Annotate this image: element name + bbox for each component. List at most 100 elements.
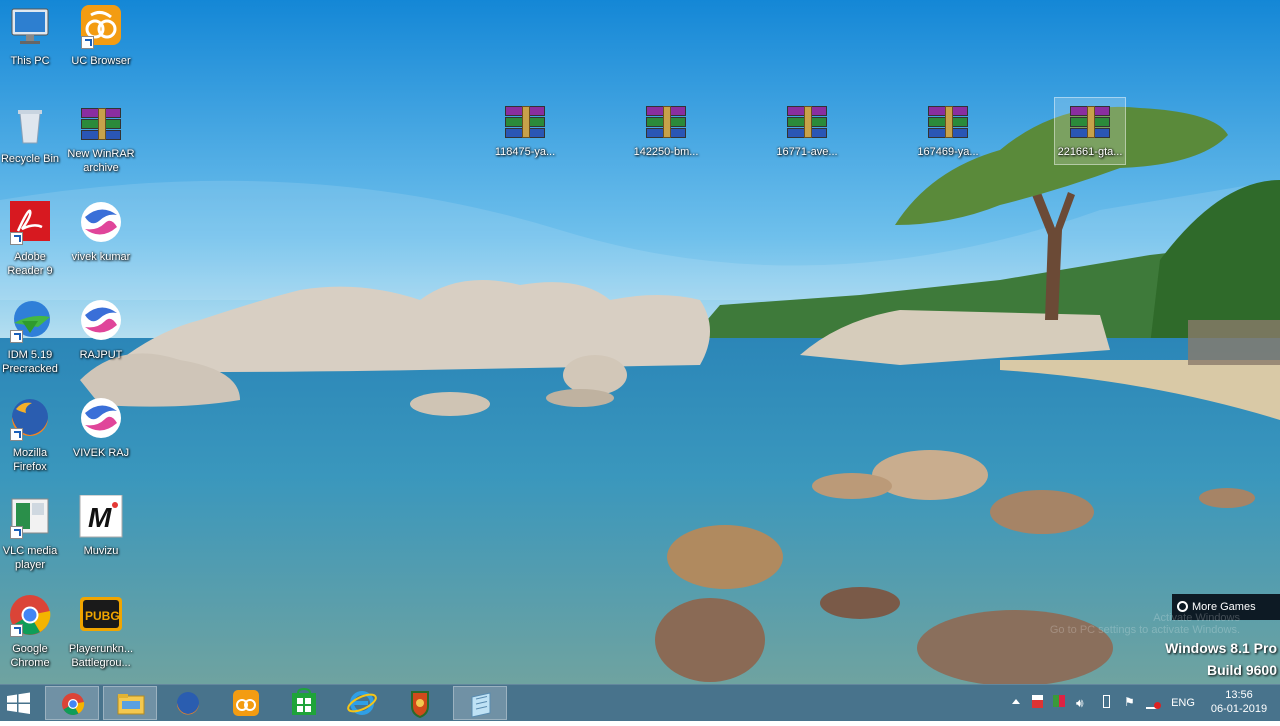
shortcut-arrow-icon bbox=[10, 428, 23, 441]
icon-label: VIVEK RAJ bbox=[72, 447, 130, 459]
winrar-icon bbox=[787, 106, 827, 140]
icon-label: 142250-bm... bbox=[633, 146, 699, 158]
activate-title: Activate Windows bbox=[1153, 612, 1240, 624]
desktop-icon-muvizu[interactable]: M Muvizu bbox=[66, 494, 136, 558]
desktop-file-archive[interactable]: 142250-bm... bbox=[631, 101, 701, 159]
desktop-icon-idm[interactable]: IDM 5.19 Precracked bbox=[0, 299, 65, 376]
network-icon[interactable] bbox=[1053, 695, 1065, 707]
browser-profile-icon bbox=[79, 397, 123, 441]
shortcut-arrow-icon bbox=[10, 232, 23, 245]
shortcut-arrow-icon bbox=[10, 624, 23, 637]
activate-subtitle: Go to PC settings to activate Windows. bbox=[1049, 624, 1240, 636]
desktop-icon-chrome[interactable]: Google Chrome bbox=[0, 593, 65, 670]
activate-windows-faint: Activate Windows Go to PC settings to ac… bbox=[1050, 612, 1240, 636]
taskbar-internet-explorer[interactable] bbox=[335, 686, 389, 720]
desktop-file-archive[interactable]: 16771-ave... bbox=[772, 101, 842, 159]
store-icon bbox=[292, 687, 316, 715]
icon-label: Playerunkn... Battlegrou... bbox=[68, 643, 134, 669]
windows-start-icon bbox=[7, 692, 30, 714]
taskbar-uc-browser[interactable] bbox=[219, 686, 273, 720]
internet-explorer-icon bbox=[347, 691, 377, 715]
svg-text:M: M bbox=[88, 502, 112, 533]
taskbar: 🔊︎ ⚑ ENG 13:56 06-01-2019 bbox=[0, 684, 1280, 721]
muvizu-icon: M bbox=[79, 494, 123, 539]
chevron-up-icon[interactable] bbox=[1012, 699, 1020, 704]
desktop-icon-pubg[interactable]: PUBG Playerunkn... Battlegrou... bbox=[66, 593, 136, 670]
desktop-icon-new-winrar-archive[interactable]: New WinRAR archive bbox=[66, 103, 136, 175]
icon-label: Google Chrome bbox=[10, 643, 50, 669]
adobe-reader-icon bbox=[8, 201, 52, 245]
desktop-file-archive[interactable]: 118475-ya... bbox=[490, 101, 560, 159]
desktop[interactable]: This PC Recycle Bin Adobe Reader 9 IDM 5… bbox=[0, 0, 1280, 684]
browser-profile-icon bbox=[79, 299, 123, 343]
icon-label: Muvizu bbox=[83, 545, 119, 557]
icon-label: New WinRAR archive bbox=[67, 148, 135, 174]
network-disconnected-icon[interactable] bbox=[1146, 695, 1161, 709]
icon-label: IDM 5.19 Precracked bbox=[2, 349, 58, 375]
notepad-icon bbox=[471, 692, 491, 718]
desktop-icon-this-pc[interactable]: This PC bbox=[0, 5, 65, 68]
chrome-icon bbox=[62, 693, 85, 715]
taskbar-app[interactable] bbox=[393, 686, 447, 720]
desktop-icon-uc-browser[interactable]: UC Browser bbox=[66, 5, 136, 68]
icon-label: Mozilla Firefox bbox=[12, 447, 48, 473]
icon-label: UC Browser bbox=[71, 55, 131, 67]
taskbar-file-explorer[interactable] bbox=[103, 686, 157, 720]
desktop-icon-recycle-bin[interactable]: Recycle Bin bbox=[0, 103, 65, 166]
os-edition: Windows 8.1 Pro bbox=[1165, 640, 1277, 656]
shortcut-arrow-icon bbox=[10, 526, 23, 539]
windows-version-watermark: Windows 8.1 Pro Build 9600 bbox=[1165, 640, 1277, 678]
clock[interactable]: 13:56 06-01-2019 bbox=[1204, 685, 1274, 721]
shortcut-arrow-icon bbox=[81, 36, 94, 49]
shortcut-arrow-icon bbox=[10, 330, 23, 343]
desktop-icon-vivek-raj[interactable]: VIVEK RAJ bbox=[66, 397, 136, 460]
winrar-icon bbox=[646, 106, 686, 140]
icon-label: 118475-ya... bbox=[494, 146, 556, 158]
clock-time: 13:56 bbox=[1225, 689, 1253, 701]
icon-label: 221661-gta... bbox=[1057, 146, 1123, 158]
icon-label: Recycle Bin bbox=[0, 153, 60, 165]
game-controller-icon bbox=[1177, 601, 1188, 612]
language-indicator[interactable]: ENG bbox=[1168, 685, 1198, 721]
vlc-icon bbox=[8, 495, 52, 539]
winrar-icon bbox=[1070, 106, 1110, 140]
pubg-icon: PUBG bbox=[79, 593, 123, 637]
winrar-icon bbox=[505, 106, 545, 140]
browser-profile-icon bbox=[79, 201, 123, 245]
action-center-flag-icon[interactable]: ⚑ bbox=[1124, 695, 1135, 709]
speaker-icon[interactable]: 🔊︎ bbox=[1076, 696, 1084, 711]
app-shield-icon bbox=[411, 691, 429, 719]
flag-icon[interactable] bbox=[1032, 695, 1043, 708]
computer-icon bbox=[8, 5, 52, 49]
battery-icon[interactable] bbox=[1103, 695, 1110, 708]
clock-date: 06-01-2019 bbox=[1210, 703, 1268, 715]
winrar-icon bbox=[81, 108, 121, 142]
winrar-icon bbox=[928, 106, 968, 140]
desktop-file-archive[interactable]: 167469-ya... bbox=[913, 101, 983, 159]
chrome-icon bbox=[8, 593, 52, 637]
recycle-bin-icon bbox=[8, 103, 52, 147]
system-tray: 🔊︎ ⚑ bbox=[1008, 685, 1168, 721]
start-button[interactable] bbox=[0, 686, 38, 720]
desktop-icon-vivek-kumar[interactable]: vivek kumar bbox=[66, 201, 136, 264]
icon-label: 167469-ya... bbox=[917, 146, 979, 158]
desktop-icon-rajput[interactable]: RAJPUT bbox=[66, 299, 136, 362]
taskbar-notepad[interactable] bbox=[453, 686, 507, 720]
folder-icon bbox=[117, 694, 145, 715]
desktop-icon-vlc[interactable]: VLC media player bbox=[0, 495, 65, 572]
taskbar-firefox[interactable] bbox=[161, 686, 215, 720]
os-build: Build 9600 bbox=[1206, 662, 1277, 678]
uc-browser-icon bbox=[233, 690, 259, 716]
firefox-icon bbox=[176, 692, 199, 715]
desktop-file-archive-selected[interactable]: 221661-gta... bbox=[1054, 97, 1126, 165]
icon-label: 16771-ave... bbox=[776, 146, 838, 158]
desktop-icon-adobe-reader[interactable]: Adobe Reader 9 bbox=[0, 201, 65, 278]
taskbar-chrome[interactable] bbox=[45, 686, 99, 720]
idm-icon bbox=[8, 299, 52, 343]
icon-label: RAJPUT bbox=[79, 349, 123, 361]
icon-label: VLC media player bbox=[2, 545, 58, 571]
desktop-icon-firefox[interactable]: Mozilla Firefox bbox=[0, 397, 65, 474]
svg-text:PUBG: PUBG bbox=[85, 609, 120, 623]
taskbar-store[interactable] bbox=[277, 686, 331, 720]
uc-browser-icon bbox=[79, 5, 123, 49]
